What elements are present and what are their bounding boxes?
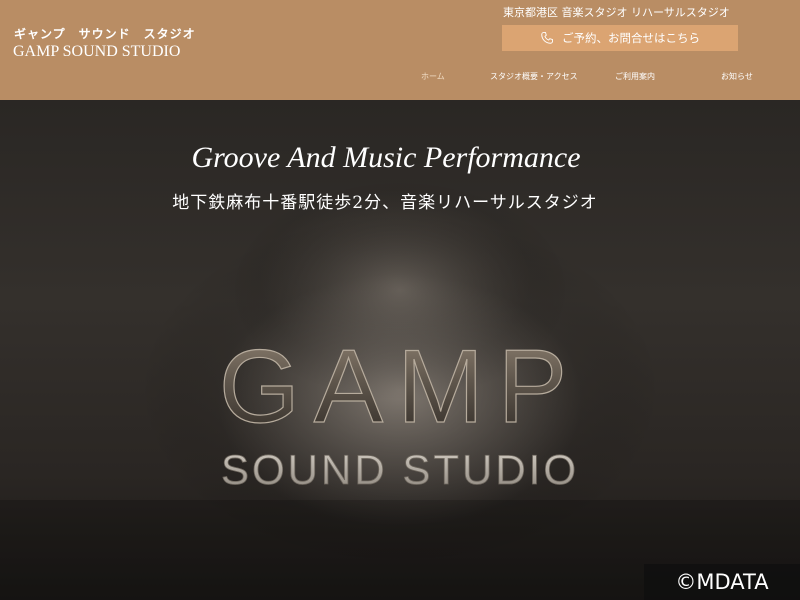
- sign-gamp: GAMP: [218, 330, 581, 440]
- phone-icon: [540, 31, 554, 45]
- nav-item-usage-guide[interactable]: ご利用案内: [615, 71, 655, 82]
- nav-item-home[interactable]: ホーム: [421, 71, 445, 82]
- svg-text:GAMP: GAMP: [219, 330, 581, 440]
- site-header: ギャンプ サウンド スタジオ GAMP SOUND STUDIO 東京都港区 音…: [0, 0, 800, 100]
- sign-sound-studio: SOUND STUDIO: [221, 446, 579, 494]
- contact-button-label: ご予約、お問合せはこちら: [562, 31, 700, 45]
- nav-item-studio-access[interactable]: スタジオ概要・アクセス: [490, 71, 578, 82]
- logo-kana[interactable]: ギャンプ サウンド スタジオ: [14, 25, 196, 42]
- hero-section: Groove And Music Performance 地下鉄麻布十番駅徒歩2…: [0, 100, 800, 600]
- logo-name[interactable]: GAMP SOUND STUDIO: [13, 43, 180, 61]
- contact-button[interactable]: ご予約、お問合せはこちら: [502, 25, 738, 51]
- nav-item-news[interactable]: お知らせ: [721, 71, 753, 82]
- svg-text:SOUND STUDIO: SOUND STUDIO: [221, 446, 579, 493]
- watermark-text: ©MDATA: [675, 570, 769, 594]
- main-nav: ホーム スタジオ概要・アクセス ご利用案内 お知らせ: [0, 71, 800, 85]
- hero-subtitle: 地下鉄麻布十番駅徒歩2分、音楽リハーサルスタジオ: [172, 193, 598, 213]
- hero-title: Groove And Music Performance: [191, 141, 581, 174]
- copyright-watermark: ©MDATA: [644, 564, 800, 600]
- header-tagline: 東京都港区 音楽スタジオ リハーサルスタジオ: [503, 6, 730, 19]
